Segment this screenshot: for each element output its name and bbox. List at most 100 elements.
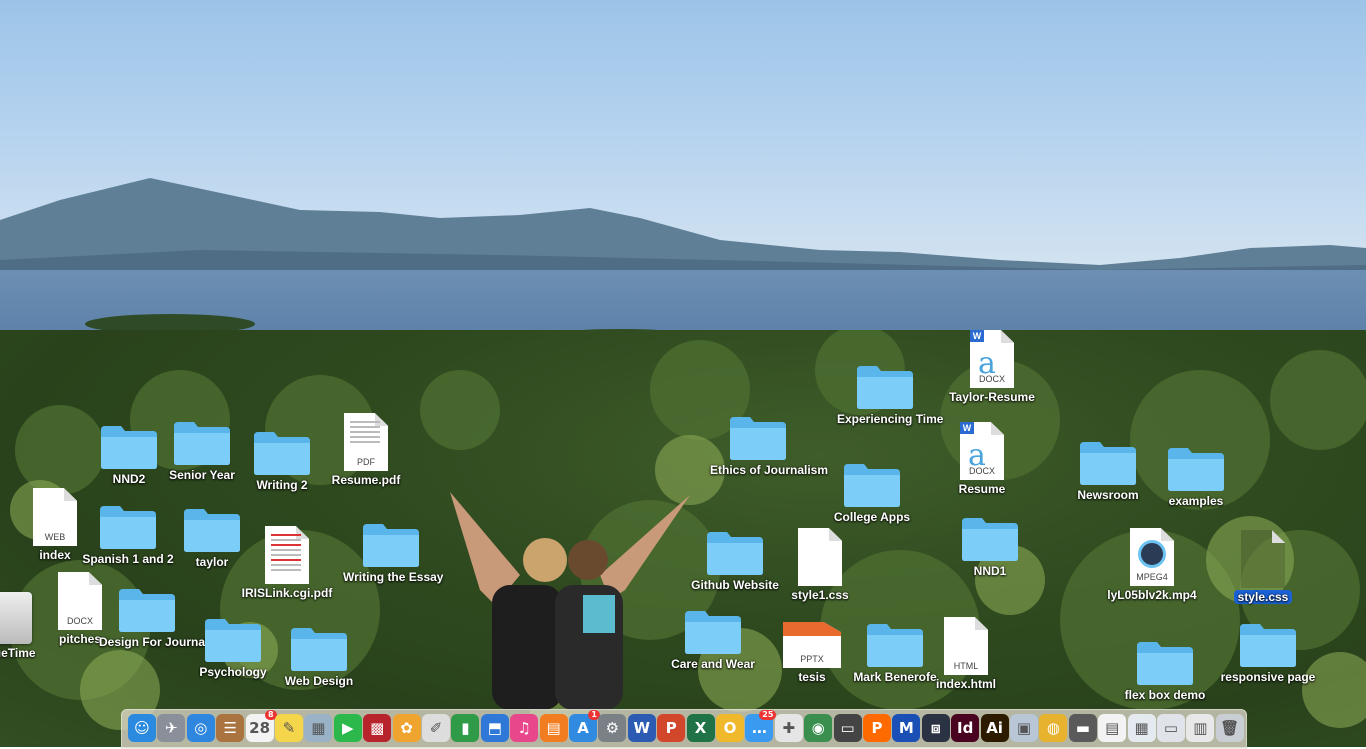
window-stack-icon[interactable]: ▭	[1157, 714, 1185, 742]
app-store-icon[interactable]: A1	[569, 710, 600, 742]
desktop-icon-label: Design For Journalists	[99, 635, 230, 649]
desktop-icon-lyl05blv2k-mp4[interactable]: MPEG4 lyL05blv2k.mp4	[1104, 528, 1200, 602]
desktop-icon-label: Spanish 1 and 2	[82, 552, 174, 566]
file-extension: HTML	[953, 661, 979, 671]
folder-icon	[824, 460, 920, 508]
desktop-icon-design-for-journalists[interactable]: Design For Journalists	[99, 585, 230, 649]
desktop-icon-label: College Apps	[833, 510, 911, 524]
document-icon	[1215, 530, 1311, 588]
globe-icon[interactable]: ◉	[804, 714, 833, 742]
folder-icon	[665, 607, 761, 655]
contacts-icon[interactable]: ☰	[216, 714, 245, 742]
launchpad-icon[interactable]: ✈	[157, 714, 186, 742]
finder-icon[interactable]: ☺	[128, 714, 156, 742]
photo-booth-icon[interactable]: ▩	[363, 714, 392, 742]
desktop-icon-ethics-of-journalism[interactable]: Ethics of Journalism	[710, 413, 829, 477]
system-preferences-icon[interactable]: ⚙	[598, 714, 627, 742]
desktop-icon-web-design[interactable]: Web Design	[271, 624, 367, 688]
desktop-icon-taylor-resume[interactable]: Wa DOCX Taylor-Resume	[944, 330, 1040, 404]
pages-icon[interactable]: P	[863, 714, 891, 742]
first-aid-icon[interactable]: ✚	[774, 714, 803, 742]
desktop-icon-newsroom[interactable]: Newsroom	[1060, 438, 1156, 502]
desktop-icon-label: examples	[1168, 494, 1224, 508]
illustrator-icon[interactable]: Ai	[980, 714, 1009, 742]
downloads-stack-icon[interactable]: ▬	[1068, 714, 1097, 742]
desktop-icon-style-css[interactable]: style.css	[1215, 530, 1311, 606]
desktop-icon-label: lyL05blv2k.mp4	[1107, 588, 1197, 602]
desktop-icon-spanish-1-and-2[interactable]: Spanish 1 and 2	[80, 502, 176, 566]
desktop-icon-label: flex box demo	[1124, 688, 1206, 702]
itunes-icon[interactable]: ♫	[510, 714, 539, 742]
desktop-icon-style1-css[interactable]: style1.css	[772, 528, 868, 602]
dock: ☺ ✈ ◎ ☰ 28 8 ✎ ▦ ▶ ▩ ✿ ✐ ▮ ⬒ ♫ ▤ A 1 ⚙ W P X O… 25 ✚ ◉ ▭ P M ⧈ Id Ai ▣ ◍ ▬…	[121, 709, 1247, 749]
document-icon: Wa DOCX	[934, 422, 1030, 480]
file-extension: MPEG4	[1136, 572, 1168, 582]
desktop-icon-label: Experiencing Time	[837, 412, 944, 426]
desktop-icon-nnd1[interactable]: NND1	[942, 514, 1038, 578]
control-panel-stack-icon[interactable]: ▥	[1186, 714, 1215, 742]
document-icon	[772, 528, 868, 586]
textedit-icon[interactable]: ✐	[422, 714, 450, 742]
desktop-icon-flex-box-demo[interactable]: flex box demo	[1117, 638, 1213, 702]
brackets-icon[interactable]: ⧈	[921, 714, 950, 742]
desktop-icon-writing-the-essay[interactable]: Writing the Essay	[343, 520, 443, 584]
desktop-icon-index-html[interactable]: HTML index.html	[918, 617, 1014, 691]
documents-stack-icon[interactable]: ▤	[1098, 714, 1127, 742]
folder-icon	[942, 514, 1038, 562]
terminal-icon[interactable]: ▭	[833, 714, 862, 742]
desktop-icon-responsive-page[interactable]: responsive page	[1220, 620, 1316, 684]
preview-icon[interactable]: ▦	[304, 714, 333, 742]
desktop-icon-resume[interactable]: Wa DOCX Resume	[934, 422, 1030, 496]
document-icon: PDF	[318, 413, 414, 471]
desktop-icon-resume-pdf[interactable]: PDF Resume.pdf	[318, 413, 414, 487]
desktop-icon-github-website[interactable]: Github Website	[687, 528, 783, 592]
malwarebytes-icon[interactable]: M	[892, 714, 921, 742]
file-extension: DOCX	[978, 374, 1005, 384]
desktop-icon-irislink-cgi-pdf[interactable]: IRISLink.cgi.pdf	[239, 526, 335, 600]
folder-icon	[687, 528, 783, 576]
photos-icon[interactable]: ✿	[392, 714, 421, 742]
onenote-icon[interactable]: O	[716, 714, 744, 742]
desktop-icon-examples[interactable]: examples	[1148, 444, 1244, 508]
powerpoint-icon[interactable]: P	[657, 714, 686, 742]
trash-icon[interactable]: 🗑	[1215, 714, 1244, 742]
excel-icon[interactable]: X	[686, 714, 715, 742]
desktop-icon-label: Care and Wear	[671, 657, 755, 671]
messages-icon[interactable]: … 25	[745, 710, 777, 742]
desktop-icon-tesis[interactable]: PPTX tesis	[764, 622, 860, 684]
desktop-icon-label: Resume	[958, 482, 1006, 496]
document-icon: HTML	[918, 617, 1014, 675]
desktop-icon-psychology[interactable]: Psychology	[185, 615, 281, 679]
document-icon: Wa DOCX	[944, 330, 1040, 388]
desktop-icon-label: index.html	[935, 677, 996, 691]
notes-icon[interactable]: ✎	[275, 714, 303, 742]
image-capture-icon[interactable]: ▣	[1010, 714, 1038, 742]
file-extension: DOCX	[66, 616, 93, 626]
ibooks-icon[interactable]: ▤	[539, 714, 568, 742]
numbers-icon[interactable]: ▮	[451, 714, 480, 742]
desktop-icon-label: scueTime	[0, 646, 36, 660]
desktop-icon-label: tesis	[798, 670, 826, 684]
desktop-icon-writing-2[interactable]: Writing 2	[234, 428, 330, 492]
desktop-icon-label: Newsroom	[1077, 488, 1139, 502]
word-icon[interactable]: W	[627, 714, 656, 742]
notification-badge: 25	[759, 710, 777, 720]
keynote-icon[interactable]: ⬒	[480, 714, 509, 742]
safari-icon[interactable]: ◎	[186, 714, 215, 742]
desktop-icon-care-and-wear[interactable]: Care and Wear	[665, 607, 761, 671]
desktop-icon-label: Ethics of Journalism	[710, 463, 829, 477]
folder-icon	[1220, 620, 1316, 668]
desktop-icon-scuetime[interactable]: scueTime	[0, 592, 56, 660]
screenshot-stack-icon[interactable]: ▦	[1127, 714, 1156, 742]
calendar-icon[interactable]: 28 8	[245, 710, 277, 742]
desktop-icon-label: responsive page	[1220, 670, 1316, 684]
desktop-icon-label: Resume.pdf	[331, 473, 401, 487]
desktop-icon-experiencing-time[interactable]: Experiencing Time	[837, 362, 944, 426]
desktop-icon-college-apps[interactable]: College Apps	[824, 460, 920, 524]
chrome-icon[interactable]: ◍	[1039, 714, 1068, 742]
facetime-icon[interactable]: ▶	[333, 714, 362, 742]
file-extension: DOCX	[968, 466, 995, 476]
document-icon	[239, 526, 335, 584]
indesign-icon[interactable]: Id	[951, 714, 980, 742]
file-extension: WEB	[44, 532, 66, 542]
